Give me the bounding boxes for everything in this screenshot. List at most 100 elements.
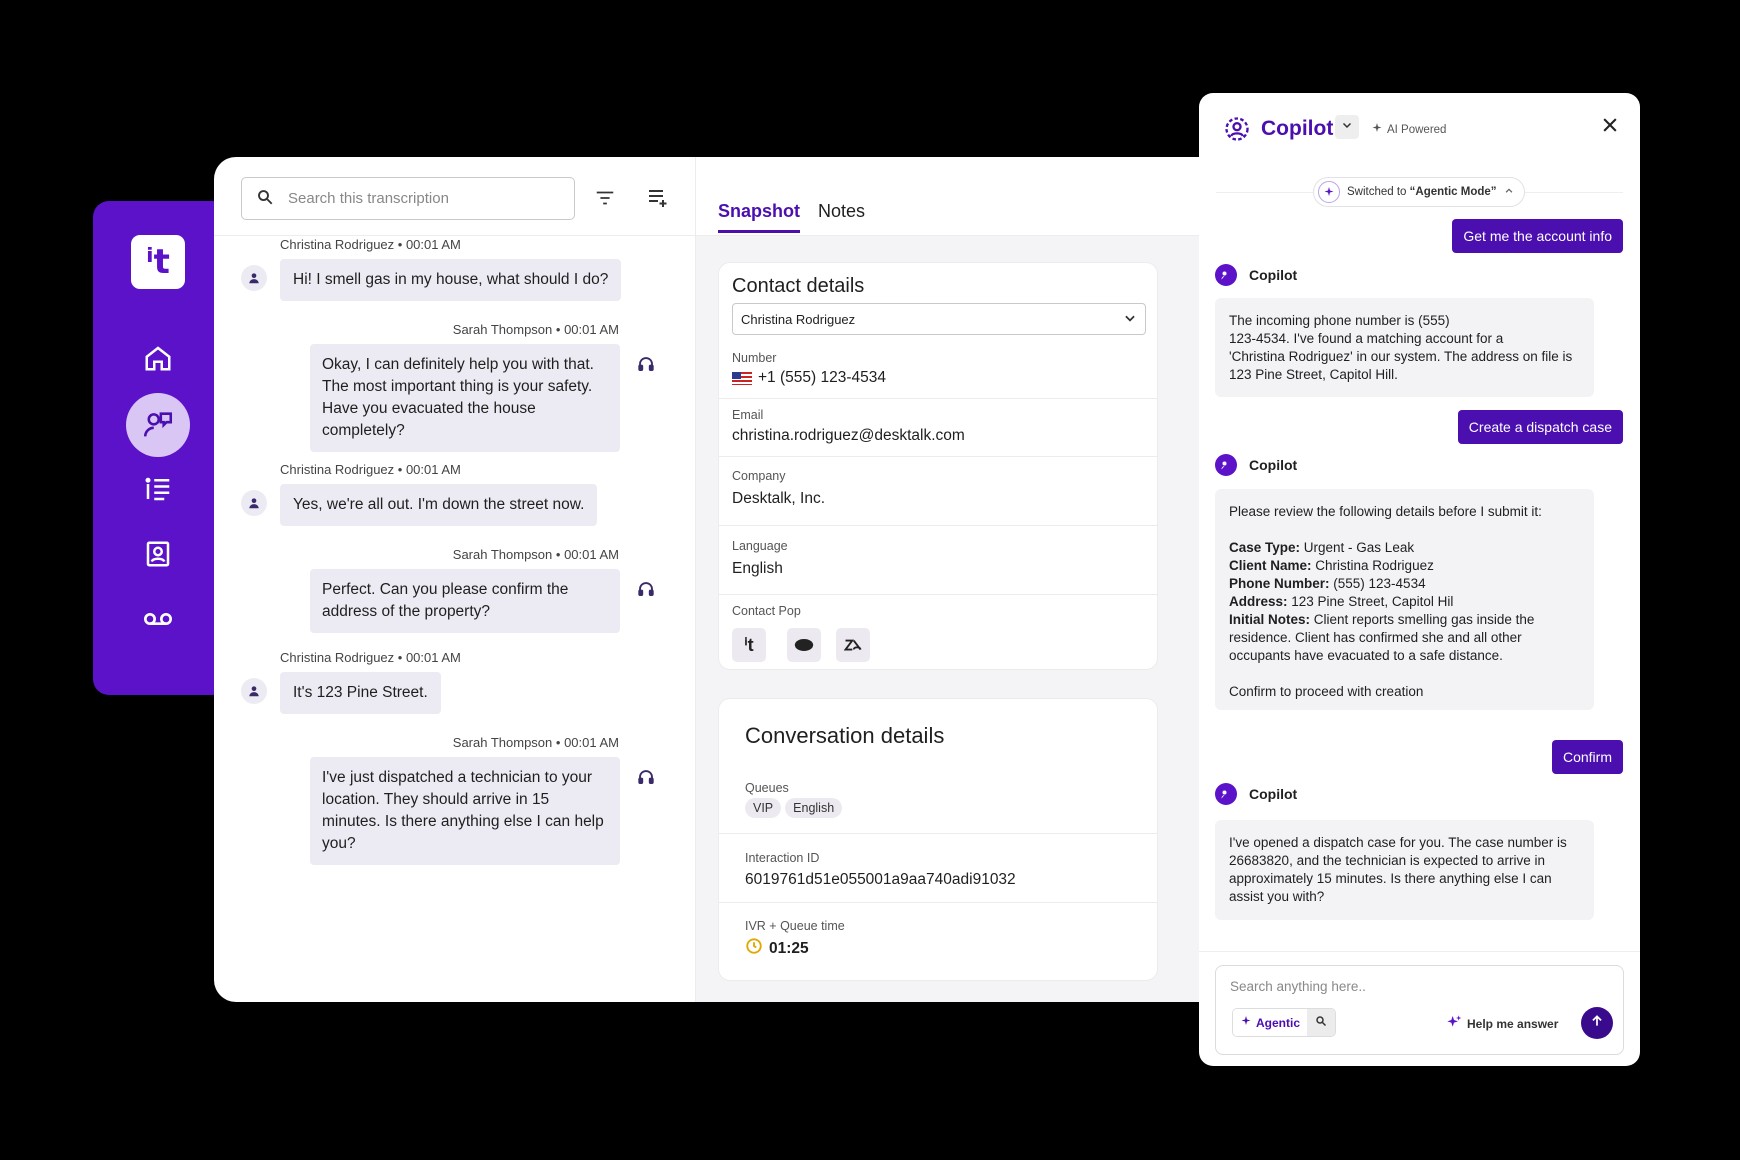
message-meta: Sarah Thompson • 00:01 AM (452, 547, 619, 562)
case-field-key: Case Type: (1229, 540, 1301, 555)
number-row: +1 (555) 123-4534 (732, 369, 886, 387)
message-author: Sarah Thompson (452, 735, 553, 750)
detail-tabs: Snapshot Notes (718, 201, 865, 233)
interaction-id-value: 6019761d51e055001a9aa740adi91032 (745, 871, 1016, 888)
company-value: Desktalk, Inc. (732, 490, 826, 507)
message-line: Have you evacuated the house (322, 400, 536, 417)
contact-details-card: Contact details Christina Rodriguez Numb… (718, 262, 1158, 670)
message-time: 00:01 AM (405, 650, 461, 665)
message-line: Yes, we're all out. I'm down the street … (293, 496, 585, 513)
case-field-value: (555) 123-4534 (1329, 576, 1426, 591)
voicemail-icon[interactable] (126, 587, 190, 651)
case-field-value: Urgent - Gas Leak (1300, 540, 1415, 555)
mode-notice-prefix: Switched to (1347, 186, 1410, 198)
filter-icon[interactable] (590, 183, 620, 213)
agentic-mode-notice[interactable]: Switched to “Agentic Mode” (1313, 177, 1525, 207)
copilot-search-input[interactable]: Search anything here.. (1230, 979, 1366, 994)
copilot-avatar-icon (1215, 454, 1237, 476)
user-message: Confirm (1551, 740, 1623, 774)
case-field: Initial Notes: Client reports smelling g… (1229, 611, 1580, 629)
search-mode-button[interactable] (1307, 1009, 1335, 1036)
message-time: 00:01 AM (564, 322, 619, 337)
user-message: Create a dispatch case (1457, 410, 1623, 444)
message-line: minutes. Is there anything else I can he… (322, 813, 604, 830)
send-button[interactable] (1581, 1007, 1613, 1039)
message-author: Christina Rodriguez (280, 237, 395, 252)
agentic-label: Agentic (1255, 1015, 1300, 1030)
contact-select[interactable]: Christina Rodriguez (732, 303, 1146, 335)
queue-chip: English (785, 798, 843, 818)
message-line: Confirm to proceed with creation (1229, 684, 1424, 699)
copilot-dropdown[interactable] (1335, 115, 1359, 139)
mode-toggle: Agentic (1232, 1008, 1336, 1037)
phone-number[interactable]: +1 (555) 123-4534 (758, 369, 886, 387)
contact-details-title: Contact details (732, 275, 865, 297)
ivr-label: IVR + Queue time (745, 919, 845, 933)
playlist-add-icon[interactable] (643, 183, 673, 213)
copilot-name: Copilot (1249, 267, 1298, 283)
company-label: Company (732, 469, 786, 483)
transcription-search[interactable]: Search this transcription (241, 177, 575, 220)
chevron-up-icon (1504, 186, 1514, 199)
zendesk-icon[interactable] (836, 628, 870, 662)
divider (214, 235, 695, 236)
message-line: 26683820, and the technician is expected… (1229, 853, 1545, 868)
contact-select-value: Christina Rodriguez (741, 311, 856, 327)
list-icon[interactable] (126, 457, 190, 521)
message-author: Christina Rodriguez (280, 462, 395, 477)
salesforce-cloud-icon[interactable] (787, 628, 821, 662)
case-field-key: Client Name: (1229, 558, 1312, 573)
message-line: 123-4534. I've found a matching account … (1229, 331, 1504, 346)
copilot-logo-icon (1223, 115, 1251, 148)
ivr-row: 01:25 (745, 937, 809, 960)
message-line: 'Christina Rodriguez' in our system. The… (1229, 349, 1573, 364)
home-icon[interactable] (126, 326, 190, 390)
message-bubble: Okay, I can definitely help you with tha… (310, 344, 620, 452)
message-bubble: Perfect. Can you please confirm the addre… (310, 569, 620, 633)
copilot-avatar-icon (1215, 264, 1237, 286)
ai-powered-label: AI Powered (1387, 123, 1447, 136)
message-bubble: Hi! I smell gas in my house, what should… (280, 259, 622, 301)
message-meta: Christina Rodriguez • 00:01 AM (280, 462, 461, 477)
queue-chip: VIP (745, 798, 782, 818)
app-logo[interactable]: ⁱt (131, 235, 185, 289)
help-me-answer-button[interactable]: Help me answer (1446, 1014, 1558, 1033)
mode-notice-mode: “Agentic Mode” (1409, 186, 1497, 198)
chevron-down-icon (1123, 311, 1137, 328)
message-meta: Christina Rodriguez • 00:01 AM (280, 237, 461, 252)
conversation-details-title: Conversation details (745, 723, 945, 748)
headset-icon (634, 577, 658, 601)
message-time: 00:01 AM (564, 735, 619, 750)
transcription-pane: Search this transcription Christina Rodr… (214, 157, 696, 1002)
message-time: 00:01 AM (405, 462, 461, 477)
search-icon (256, 188, 274, 210)
message-line: Hi! I smell gas in my house, what should… (293, 271, 609, 288)
message-line: Perfect. Can you please confirm the (322, 581, 569, 598)
queues-label: Queues (745, 781, 789, 795)
tab-notes[interactable]: Notes (818, 201, 865, 233)
case-field-key: Address: (1229, 594, 1288, 609)
message-line: I've opened a dispatch case for you. The… (1229, 835, 1567, 850)
copilot-message: Please review the following details befo… (1215, 489, 1594, 710)
message-bubble: It's 123 Pine Street. (280, 672, 441, 714)
close-icon[interactable] (1600, 115, 1620, 140)
headset-icon (634, 352, 658, 376)
message-meta: Sarah Thompson • 00:01 AM (452, 735, 619, 750)
message-line: The incoming phone number is (555) (1229, 313, 1450, 328)
message-meta: Christina Rodriguez • 00:01 AM (280, 650, 461, 665)
contacts-icon[interactable] (126, 522, 190, 586)
agentic-icon (1318, 181, 1340, 203)
copilot-panel: Copilot AI Powered Switched to “Agentic … (1199, 93, 1640, 1066)
case-field-key: Initial Notes: (1229, 612, 1311, 627)
headset-icon (634, 765, 658, 789)
copilot-message: I've opened a dispatch case for you. The… (1215, 820, 1594, 920)
tab-snapshot[interactable]: Snapshot (718, 201, 801, 233)
agent-assist-icon[interactable] (126, 393, 190, 457)
details-pane: Snapshot Notes Contact details Christina… (696, 157, 1214, 1002)
email-value[interactable]: christina.rodriguez@desktalk.com (732, 427, 965, 445)
message-author: Christina Rodriguez (280, 650, 395, 665)
agentic-toggle-button[interactable]: Agentic (1233, 1009, 1307, 1036)
language-value: English (732, 560, 783, 577)
message-line: Please review the following details befo… (1229, 504, 1542, 519)
talkdesk-pop-icon[interactable]: ⁱt (732, 628, 766, 662)
